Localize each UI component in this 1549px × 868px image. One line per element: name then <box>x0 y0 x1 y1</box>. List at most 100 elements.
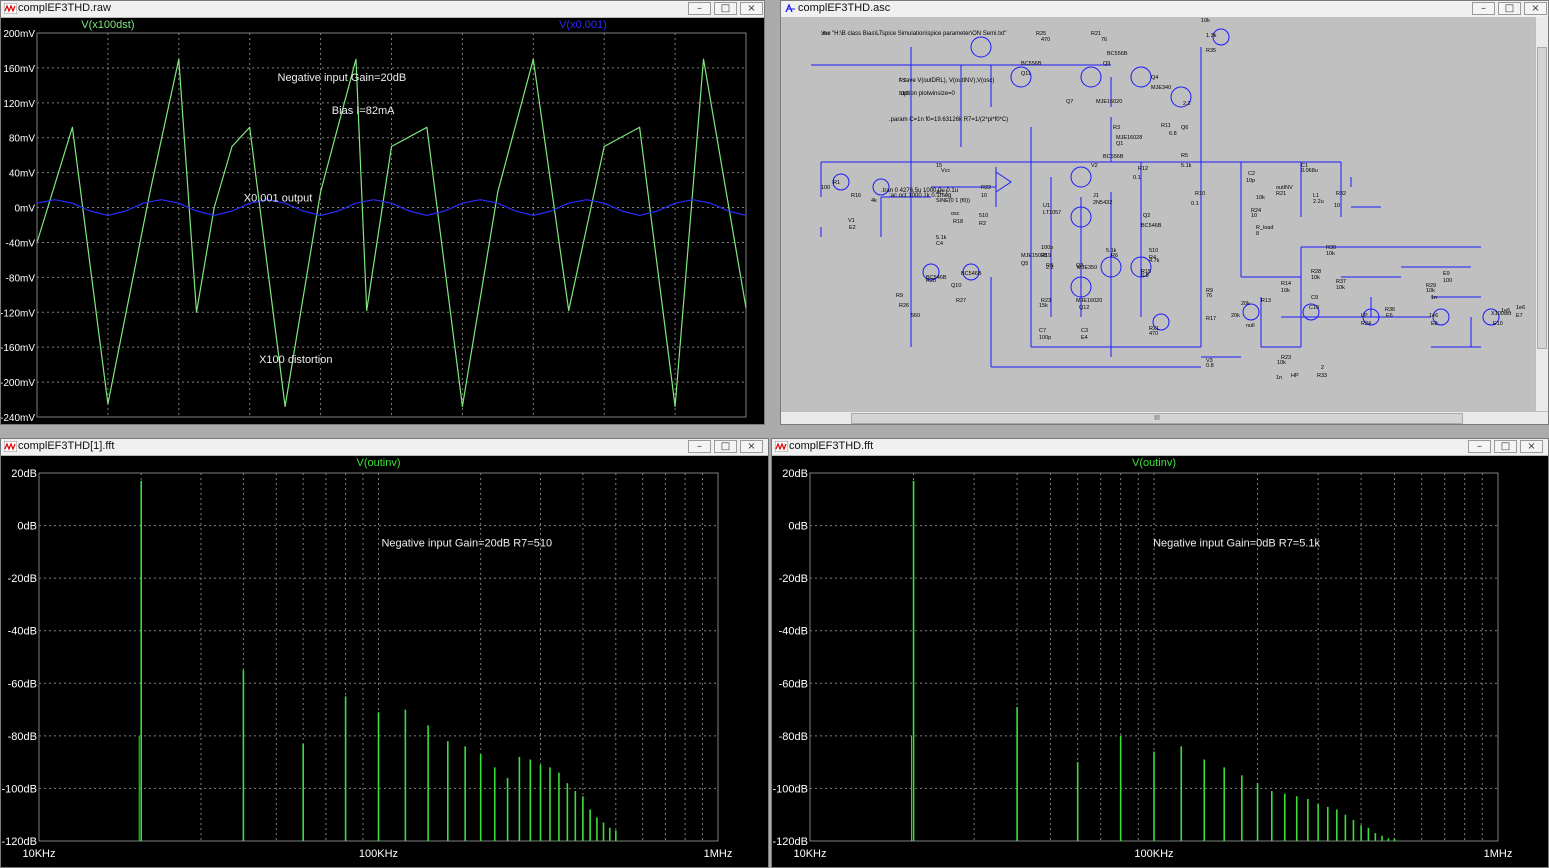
schematic-label: Q5 <box>1021 261 1028 267</box>
y-tick-label: 40mV <box>9 169 35 180</box>
schematic-label: 10k <box>1311 275 1320 281</box>
close-icon: × <box>747 441 756 452</box>
window-title: complEF3THD.fft <box>789 440 874 452</box>
schematic-label: R3 <box>1113 125 1120 131</box>
raw-waveform-window[interactable]: complEF3THD.raw – □ × 3.00ms3.02ms3.04ms… <box>0 0 765 425</box>
schematic-label: LP <box>1361 313 1368 319</box>
schematic-label: R5 <box>1181 153 1188 159</box>
title-bar[interactable]: complEF3THD[1].fft – □ × <box>1 439 768 456</box>
y-tick-label: -40dB <box>779 626 808 638</box>
schematic-label: V1 <box>848 218 855 224</box>
schematic-label: 10k <box>1256 195 1265 201</box>
waveform-chart[interactable]: 3.00ms3.02ms3.04ms3.06ms3.08ms3.10ms3.12… <box>1 17 764 424</box>
x-tick-label: 1MHz <box>1484 848 1513 860</box>
annotation-label: X0.001 output <box>244 192 313 204</box>
schematic-label: E10 <box>1493 321 1503 327</box>
close-button[interactable]: × <box>740 2 763 15</box>
schematic-label: 20k <box>1241 301 1250 307</box>
schematic-label: 2.2u <box>1313 199 1324 205</box>
transistor-symbol <box>970 36 992 58</box>
schematic-label: 76 <box>1206 293 1212 299</box>
y-tick-label: 120mV <box>3 99 35 110</box>
maximize-button[interactable]: □ <box>714 440 737 453</box>
schematic-label: 100 <box>1443 278 1452 284</box>
schematic-label: 10k <box>1201 18 1210 24</box>
title-bar[interactable]: complEF3THD.asc – □ × <box>781 1 1548 18</box>
maximize-button[interactable]: □ <box>714 2 737 15</box>
schematic-window[interactable]: complEF3THD.asc – □ × .inc "H:\B class B… <box>780 0 1549 425</box>
transistor-symbol <box>1010 66 1032 88</box>
minimize-button[interactable]: – <box>1468 440 1491 453</box>
schematic-label: C4 <box>936 241 943 247</box>
fft2-plot-area[interactable]: 10KHz 100KHz 1MHz 20dB 0dB -20dB -40dB -60dB -80… <box>772 455 1548 867</box>
y-tick-label: -80dB <box>8 731 37 743</box>
minimize-icon: – <box>1477 441 1482 452</box>
transistor-symbol <box>1080 66 1102 88</box>
schematic-label: MJE350 <box>1077 265 1097 271</box>
maximize-button[interactable]: □ <box>1494 440 1517 453</box>
y-tick-label: -20dB <box>779 573 808 585</box>
horizontal-scrollbar[interactable]: III <box>781 411 1548 424</box>
schematic-app-icon <box>785 3 795 13</box>
x-tick-label: 1MHz <box>704 848 733 860</box>
schematic-label: BC556B <box>1103 154 1124 160</box>
y-tick-label: -120dB <box>773 836 808 848</box>
schematic-label: J1 <box>1093 193 1099 199</box>
schematic-label: 510 <box>979 213 988 219</box>
schematic-label: 560 <box>911 313 920 319</box>
waveform-plot-area[interactable]: 3.00ms3.02ms3.04ms3.06ms3.08ms3.10ms3.12… <box>1 17 764 424</box>
schematic-label: 6.8 <box>1141 273 1149 279</box>
x-tick-label: 3.16ms <box>586 423 623 424</box>
close-button[interactable]: × <box>1524 2 1547 15</box>
y-tick-label: -60dB <box>8 678 37 690</box>
maximize-icon: □ <box>720 441 731 452</box>
schematic-label: 0.068u <box>1301 168 1318 174</box>
schematic-label: null <box>1246 323 1255 329</box>
scroll-thumb[interactable]: III <box>851 413 1463 424</box>
vertical-scrollbar[interactable] <box>1535 17 1548 412</box>
annotation-label: Negative input Gain=20dB <box>278 72 407 84</box>
title-bar[interactable]: complEF3THD.raw – □ × <box>1 1 764 18</box>
y-tick-label: 160mV <box>3 64 35 75</box>
schematic-label: 6.8 <box>1169 131 1177 137</box>
fft2-window[interactable]: complEF3THD.fft – □ × 10KHz 100KHz 1MHz 20d… <box>771 438 1549 868</box>
schematic-label: BC556B <box>1021 61 1042 67</box>
transistor-symbol <box>1130 66 1152 88</box>
fft2-chart[interactable]: 10KHz 100KHz 1MHz 20dB 0dB -20dB -40dB -60dB -80… <box>772 455 1548 867</box>
title-bar[interactable]: complEF3THD.fft – □ × <box>772 439 1548 456</box>
waveform-app-icon <box>4 3 17 14</box>
schematic-drawing[interactable]: .inc "H:\B class Bias\LTspice Simulation… <box>781 17 1536 412</box>
schematic-label: 100p <box>1041 245 1053 251</box>
minimize-button[interactable]: – <box>688 440 711 453</box>
y-tick-label: -120mV <box>1 308 35 319</box>
schematic-label: 100 <box>821 185 830 191</box>
fft1-window[interactable]: complEF3THD[1].fft – □ × 10KHz 100KHz 1MHz… <box>0 438 769 868</box>
schematic-canvas[interactable]: .inc "H:\B class Bias\LTspice Simulation… <box>781 17 1548 424</box>
close-button[interactable]: × <box>740 440 763 453</box>
x-tick-label: 100KHz <box>1134 848 1173 860</box>
fft1-plot-area[interactable]: 10KHz 100KHz 1MHz 20dB 0dB -20dB -40dB -60dB -80… <box>1 455 768 867</box>
schematic-label: 15k <box>1039 303 1048 309</box>
schematic-label: R14 <box>1281 281 1291 287</box>
y-tick-label: 0dB <box>17 521 37 533</box>
schematic-label: 2N5432 <box>1093 200 1112 206</box>
scroll-thumb[interactable] <box>1537 47 1547 349</box>
schematic-label: 8 <box>1256 231 1259 237</box>
close-button[interactable]: × <box>1520 440 1543 453</box>
window-title: complEF3THD.raw <box>18 2 111 14</box>
annotation-label: Bias I=82mA <box>332 105 395 117</box>
schematic-label: C9 <box>1311 295 1318 301</box>
minimize-button[interactable]: – <box>1472 2 1495 15</box>
schematic-label: BC546B <box>961 271 982 277</box>
schematic-label: C2 <box>1248 171 1255 177</box>
minimize-icon: – <box>1481 3 1486 14</box>
minimize-icon: – <box>697 3 702 14</box>
fft1-chart[interactable]: 10KHz 100KHz 1MHz 20dB 0dB -20dB -40dB -60dB -80… <box>1 455 768 867</box>
y-tick-label: 0mV <box>14 204 35 215</box>
maximize-button[interactable]: □ <box>1498 2 1521 15</box>
schematic-label: MJE16020 <box>1076 298 1102 304</box>
window-title: complEF3THD.asc <box>798 2 891 14</box>
minimize-button[interactable]: – <box>688 2 711 15</box>
schematic-label: 10k <box>1281 288 1290 294</box>
x-tick-label: 100KHz <box>359 848 398 860</box>
